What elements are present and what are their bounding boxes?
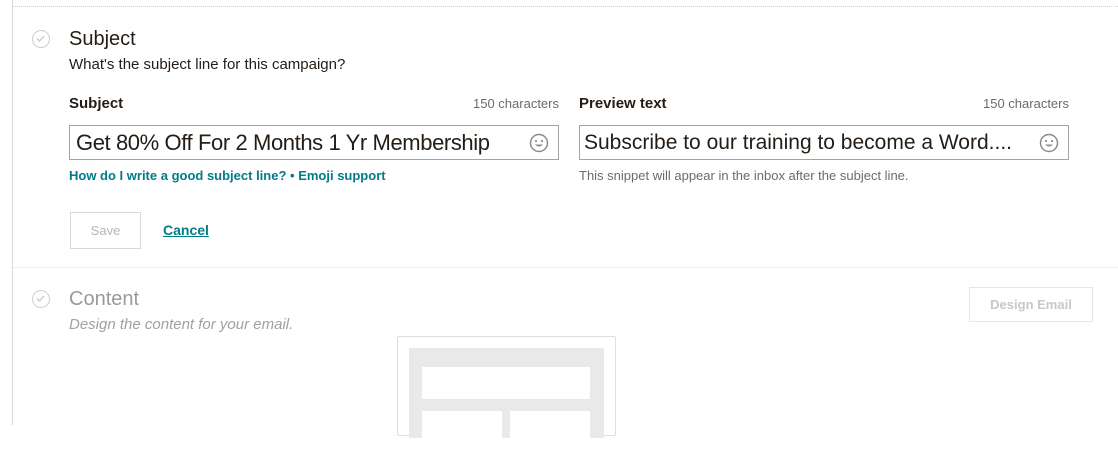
subject-help-links: How do I write a good subject line? • Em… — [69, 168, 386, 183]
help-separator: • — [286, 168, 299, 183]
content-section-description: Design the content for your email. — [69, 316, 294, 333]
preview-text-input[interactable] — [580, 126, 1039, 159]
section-separator-top — [12, 6, 1118, 7]
template-column-block-right — [510, 411, 590, 451]
save-button[interactable]: Save — [70, 212, 141, 249]
subject-input-wrapper — [69, 125, 559, 160]
preview-char-count: 150 characters — [983, 96, 1069, 111]
emoji-support-link[interactable]: Emoji support — [298, 168, 385, 183]
design-email-button[interactable]: Design Email — [969, 287, 1093, 322]
preview-emoji-icon[interactable] — [1039, 133, 1059, 153]
subject-section-description: What's the subject line for this campaig… — [69, 56, 346, 73]
subject-input[interactable] — [70, 126, 529, 159]
preview-field-label: Preview text — [579, 95, 667, 112]
subject-field-label: Subject — [69, 95, 124, 112]
content-section-title: Content — [69, 288, 140, 310]
subject-section-title: Subject — [69, 28, 136, 50]
preview-text-note: This snippet will appear in the inbox af… — [579, 168, 909, 183]
subject-char-count: 150 characters — [473, 96, 559, 111]
email-template-thumbnail — [397, 336, 616, 451]
subject-emoji-icon[interactable] — [529, 133, 549, 153]
subject-check-circle-icon — [32, 30, 50, 48]
template-header-block — [422, 367, 590, 399]
cancel-link[interactable]: Cancel — [163, 222, 209, 238]
subject-line-help-link[interactable]: How do I write a good subject line? — [69, 168, 286, 183]
preview-input-wrapper — [579, 125, 1069, 160]
content-check-circle-icon — [32, 290, 50, 308]
template-column-block-left — [422, 411, 502, 451]
section-divider — [13, 267, 1118, 268]
